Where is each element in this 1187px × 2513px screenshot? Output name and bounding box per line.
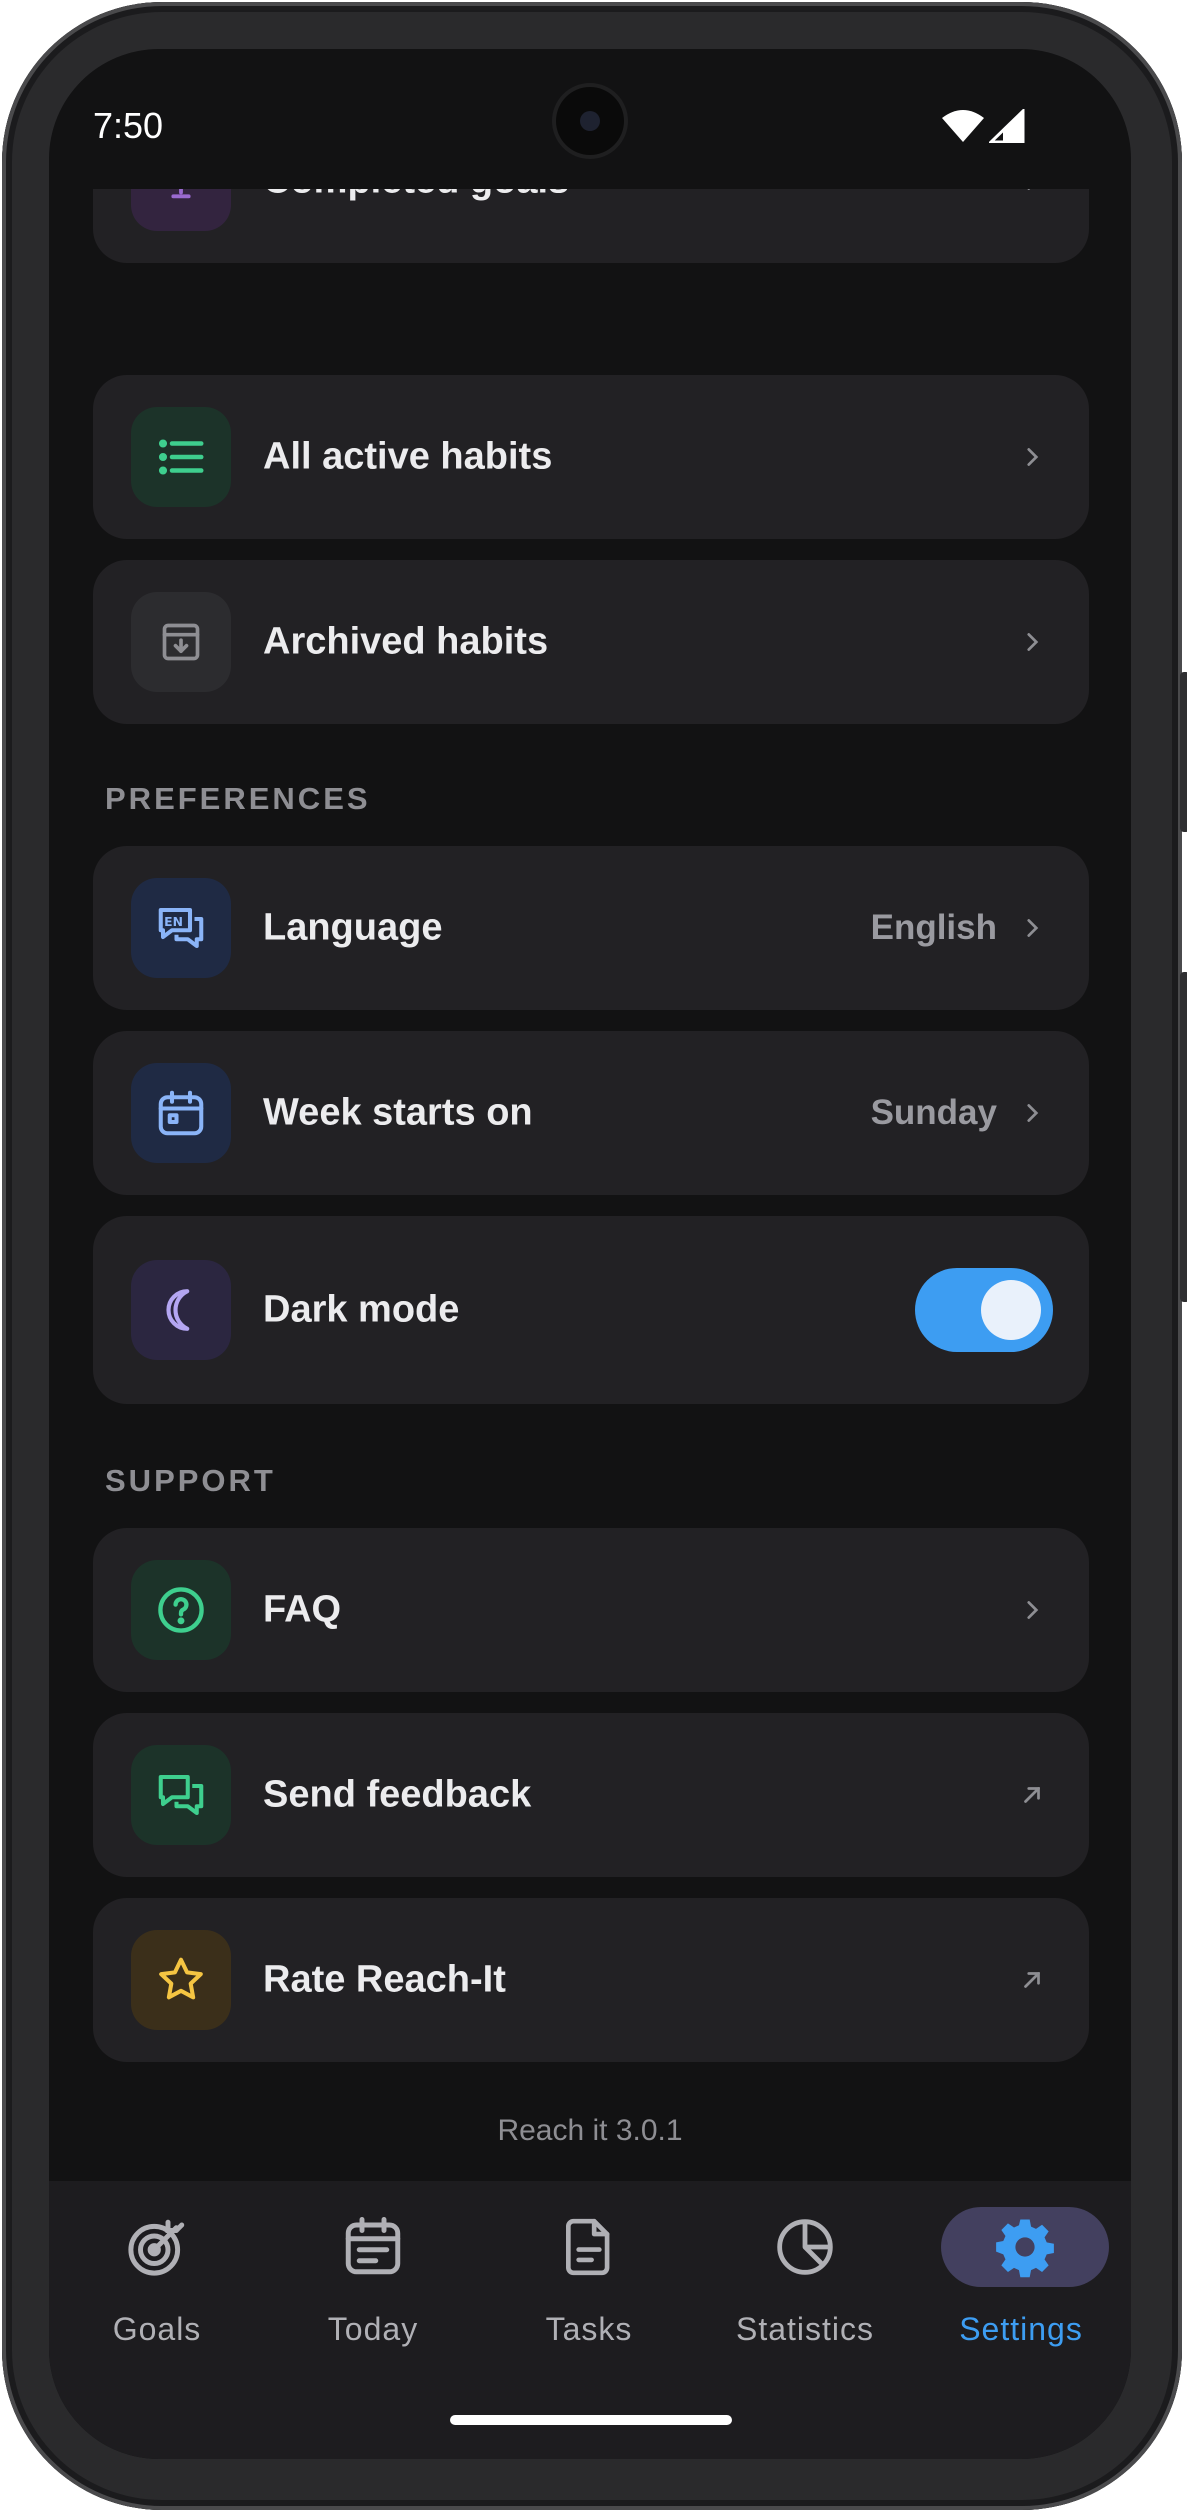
trophy-icon	[131, 189, 231, 231]
target-icon	[97, 2207, 217, 2287]
help-circle-icon	[131, 1560, 231, 1660]
nav-goals[interactable]: Goals	[49, 2207, 265, 2387]
dark-mode-toggle[interactable]	[915, 1268, 1053, 1352]
nav-settings[interactable]: Settings	[913, 2207, 1129, 2387]
faq-item[interactable]: FAQ	[93, 1528, 1089, 1692]
completed-goals-item[interactable]: Completed goals	[93, 189, 1089, 263]
chat-icon	[131, 1745, 231, 1845]
support-section-title: SUPPORT	[105, 1463, 276, 1498]
pie-chart-icon	[745, 2207, 865, 2287]
signal-icon	[989, 109, 1025, 143]
dark-mode-label: Dark mode	[263, 1288, 460, 1331]
faq-label: FAQ	[263, 1588, 342, 1631]
gear-icon	[941, 2207, 1109, 2287]
nav-settings-label: Settings	[959, 2311, 1083, 2347]
week-starts-item[interactable]: Week starts on Sunday	[93, 1031, 1089, 1195]
moon-icon	[131, 1260, 231, 1360]
language-label: Language	[263, 906, 443, 949]
settings-content[interactable]: Completed goals All active habits	[49, 189, 1131, 2229]
chevron-right-icon	[1027, 1601, 1039, 1619]
all-active-habits-label: All active habits	[263, 435, 553, 478]
status-icons	[941, 107, 1031, 147]
nav-tasks-label: Tasks	[545, 2311, 633, 2347]
archived-habits-item[interactable]: Archived habits	[93, 560, 1089, 724]
chevron-right-icon	[1027, 1104, 1039, 1122]
chevron-right-icon	[1027, 919, 1039, 937]
dark-mode-item: Dark mode	[93, 1216, 1089, 1404]
status-time: 7:50	[93, 105, 164, 146]
wifi-icon	[942, 110, 984, 142]
chevron-right-icon	[1027, 448, 1039, 466]
app-version: Reach it 3.0.1	[497, 2114, 683, 2147]
all-active-habits-item[interactable]: All active habits	[93, 375, 1089, 539]
nav-today[interactable]: Today	[265, 2207, 481, 2387]
phone-frame: 7:50 Completed goa	[2, 2, 1187, 2510]
archived-habits-label: Archived habits	[263, 620, 549, 663]
power-button	[1180, 972, 1187, 1302]
star-icon	[131, 1930, 231, 2030]
list-icon	[131, 407, 231, 507]
front-camera	[556, 87, 624, 155]
nav-today-label: Today	[327, 2311, 419, 2347]
week-starts-value: Sunday	[870, 1093, 997, 1132]
rate-app-label: Rate Reach-It	[263, 1958, 506, 2001]
external-link-icon	[1024, 1787, 1040, 1803]
rate-app-item[interactable]: Rate Reach-It	[93, 1898, 1089, 2062]
chevron-right-icon	[1027, 633, 1039, 651]
chevron-right-icon	[1027, 189, 1031, 190]
translate-icon: EN	[131, 878, 231, 978]
calendar-list-icon	[313, 2207, 433, 2287]
home-indicator[interactable]	[450, 2415, 732, 2425]
week-starts-label: Week starts on	[263, 1091, 533, 1134]
toggle-knob	[981, 1280, 1041, 1340]
send-feedback-item[interactable]: Send feedback	[93, 1713, 1089, 1877]
completed-goals-label: Completed goals	[263, 189, 569, 203]
nav-tasks[interactable]: Tasks	[481, 2207, 697, 2387]
svg-text:EN: EN	[164, 915, 183, 929]
external-link-icon	[1024, 1972, 1040, 1988]
nav-statistics[interactable]: Statistics	[697, 2207, 913, 2387]
language-value: English	[870, 908, 997, 947]
archive-icon	[131, 592, 231, 692]
volume-button	[1180, 672, 1187, 832]
calendar-icon	[131, 1063, 231, 1163]
nav-statistics-label: Statistics	[735, 2311, 875, 2347]
language-item[interactable]: EN Language English	[93, 846, 1089, 1010]
bottom-navigation: Goals Today Tasks Statistics Settings	[49, 2181, 1131, 2459]
nav-goals-label: Goals	[112, 2311, 202, 2347]
preferences-section-title: PREFERENCES	[105, 781, 371, 816]
status-bar: 7:50	[49, 49, 1131, 189]
screen: 7:50 Completed goa	[49, 49, 1131, 2459]
send-feedback-label: Send feedback	[263, 1773, 532, 1816]
document-icon	[529, 2207, 649, 2287]
